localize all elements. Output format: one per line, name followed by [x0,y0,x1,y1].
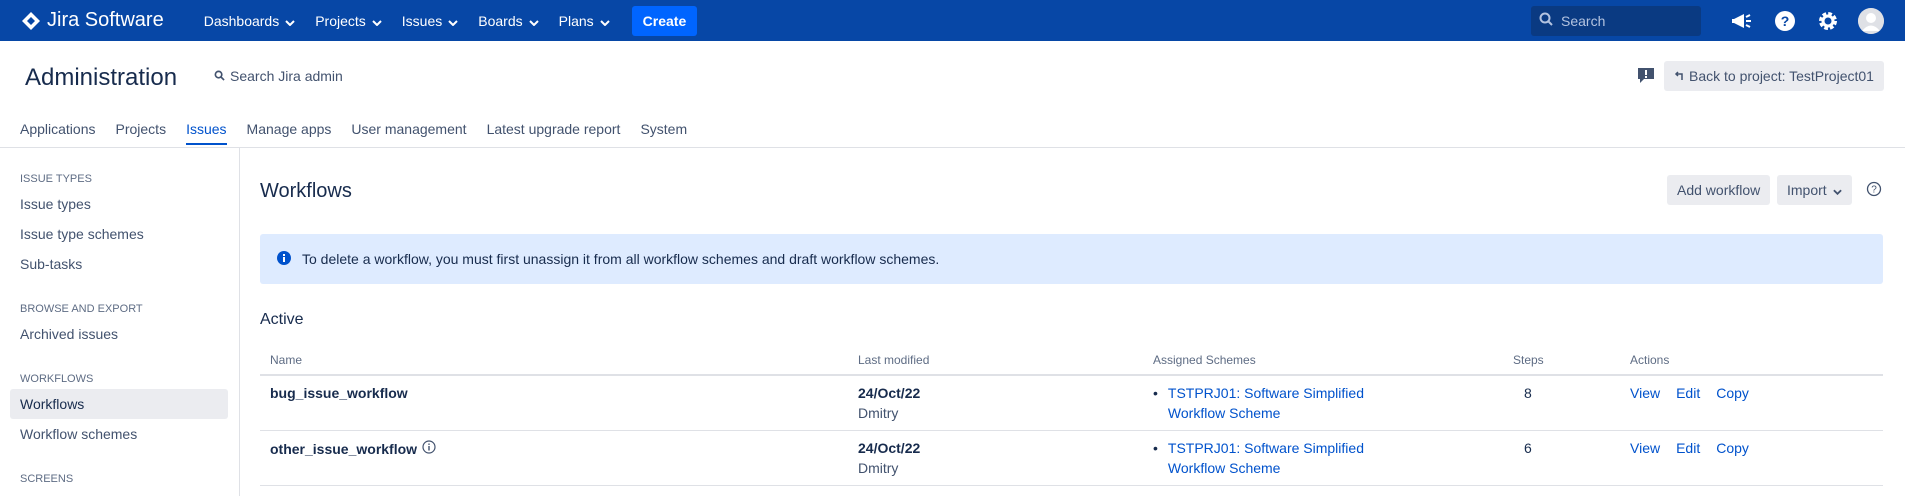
bullet-icon: • [1153,385,1158,401]
info-message: To delete a workflow, you must first una… [302,251,940,267]
feedback-icon[interactable] [1637,66,1655,87]
search-icon [1539,12,1553,29]
view-link[interactable]: View [1630,440,1660,456]
sidebar: ISSUE TYPES Issue types Issue type schem… [0,148,240,496]
scheme-link[interactable]: TSTPRJ01: Software Simplified Workflow S… [1168,383,1423,423]
modified-by: Dmitry [858,460,899,476]
tab-applications[interactable]: Applications [20,121,96,145]
admin-tabs: Applications Projects Issues Manage apps… [20,121,707,145]
sidebar-item-sub-tasks[interactable]: Sub-tasks [10,249,228,279]
tab-projects[interactable]: Projects [116,121,167,145]
copy-link[interactable]: Copy [1716,385,1749,401]
column-header-name: Name [270,353,303,367]
steps-count: 6 [1524,440,1532,456]
tab-latest-upgrade-report[interactable]: Latest upgrade report [487,121,621,145]
nav-issues[interactable]: Issues [402,13,458,29]
copy-link[interactable]: Copy [1716,440,1749,456]
sidebar-item-issue-types[interactable]: Issue types [10,189,228,219]
admin-search[interactable]: Search Jira admin [214,68,343,84]
workflow-name: other_issue_workflow [270,440,436,457]
tab-system[interactable]: System [640,121,687,145]
avatar[interactable] [1858,7,1884,34]
page-title: Administration [25,64,178,91]
sidebar-section-issue-types: ISSUE TYPES [20,173,92,185]
assigned-scheme: • TSTPRJ01: Software Simplified Workflow… [1153,383,1423,423]
table-row: bug_issue_workflow 24/Oct/22 Dmitry • TS… [260,376,1883,431]
tab-manage-apps[interactable]: Manage apps [247,121,332,145]
sidebar-item-workflow-schemes[interactable]: Workflow schemes [10,419,228,449]
column-header-steps: Steps [1513,353,1544,367]
active-section-title: Active [260,311,304,328]
svg-text:?: ? [1781,13,1790,29]
back-to-project-label: Back to project: TestProject01 [1689,68,1874,84]
chevron-down-icon [448,13,458,29]
tab-user-management[interactable]: User management [351,121,466,145]
workflow-name: bug_issue_workflow [270,385,408,401]
modified-date: 24/Oct/22 [858,385,921,401]
bullet-icon: • [1153,440,1158,456]
column-header-actions: Actions [1630,353,1670,367]
actions-cell: View Edit Copy [1630,385,1765,401]
sidebar-item-archived-issues[interactable]: Archived issues [10,319,228,349]
info-icon [276,250,292,269]
info-banner: To delete a workflow, you must first una… [260,234,1883,284]
notifications-icon[interactable] [1729,8,1755,34]
create-button[interactable]: Create [631,5,698,36]
last-modified-cell: 24/Oct/22 Dmitry [858,385,920,421]
svg-text:?: ? [1871,185,1877,196]
settings-icon[interactable] [1815,8,1841,34]
header-divider [0,147,1905,148]
column-header-assigned-schemes: Assigned Schemes [1153,353,1256,367]
last-modified-cell: 24/Oct/22 Dmitry [858,440,920,476]
chevron-down-icon [372,13,382,29]
help-icon[interactable]: ? [1866,181,1882,200]
sidebar-item-issue-type-schemes[interactable]: Issue type schemes [10,219,228,249]
sidebar-section-workflows: WORKFLOWS [20,373,94,385]
global-search[interactable] [1531,5,1701,36]
edit-link[interactable]: Edit [1676,385,1700,401]
import-label: Import [1787,182,1827,198]
nav-plans[interactable]: Plans [559,13,610,29]
tab-issues[interactable]: Issues [186,121,228,145]
sidebar-item-workflows[interactable]: Workflows [10,389,228,419]
assigned-scheme: • TSTPRJ01: Software Simplified Workflow… [1153,438,1423,478]
search-icon [214,68,225,84]
back-to-project-button[interactable]: Back to project: TestProject01 [1664,61,1884,91]
steps-count: 8 [1524,385,1532,401]
import-button[interactable]: Import [1777,175,1852,205]
chevron-down-icon [1832,182,1842,198]
search-input[interactable] [1561,12,1691,29]
sidebar-section-screens: SCREENS [20,473,74,485]
view-link[interactable]: View [1630,385,1660,401]
help-icon[interactable]: ? [1772,8,1798,34]
table-row: other_issue_workflow 24/Oct/22 Dmitry • … [260,431,1883,486]
nav-projects[interactable]: Projects [315,13,382,29]
chevron-down-icon [528,13,539,29]
edit-link[interactable]: Edit [1676,440,1700,456]
jira-logo[interactable]: Jira Software [21,9,164,32]
chevron-down-icon [285,13,295,29]
admin-search-label: Search Jira admin [230,68,343,84]
nav-dashboards[interactable]: Dashboards [204,13,296,29]
chevron-down-icon [599,13,610,29]
nav-boards[interactable]: Boards [478,13,539,29]
column-header-last-modified: Last modified [858,353,930,367]
jira-logo-icon [21,11,41,31]
return-arrow-icon [1674,68,1684,84]
sidebar-section-browse-export: BROWSE AND EXPORT [20,303,143,315]
workflows-title: Workflows [260,180,352,202]
jira-logo-text: Jira Software [47,9,164,31]
modified-date: 24/Oct/22 [858,440,921,456]
add-workflow-button[interactable]: Add workflow [1667,175,1771,205]
info-icon[interactable] [422,440,436,457]
actions-cell: View Edit Copy [1630,440,1765,456]
top-navigation: Jira Software Dashboards Projects Issues… [0,0,1905,41]
modified-by: Dmitry [858,405,899,421]
scheme-link[interactable]: TSTPRJ01: Software Simplified Workflow S… [1168,438,1423,478]
